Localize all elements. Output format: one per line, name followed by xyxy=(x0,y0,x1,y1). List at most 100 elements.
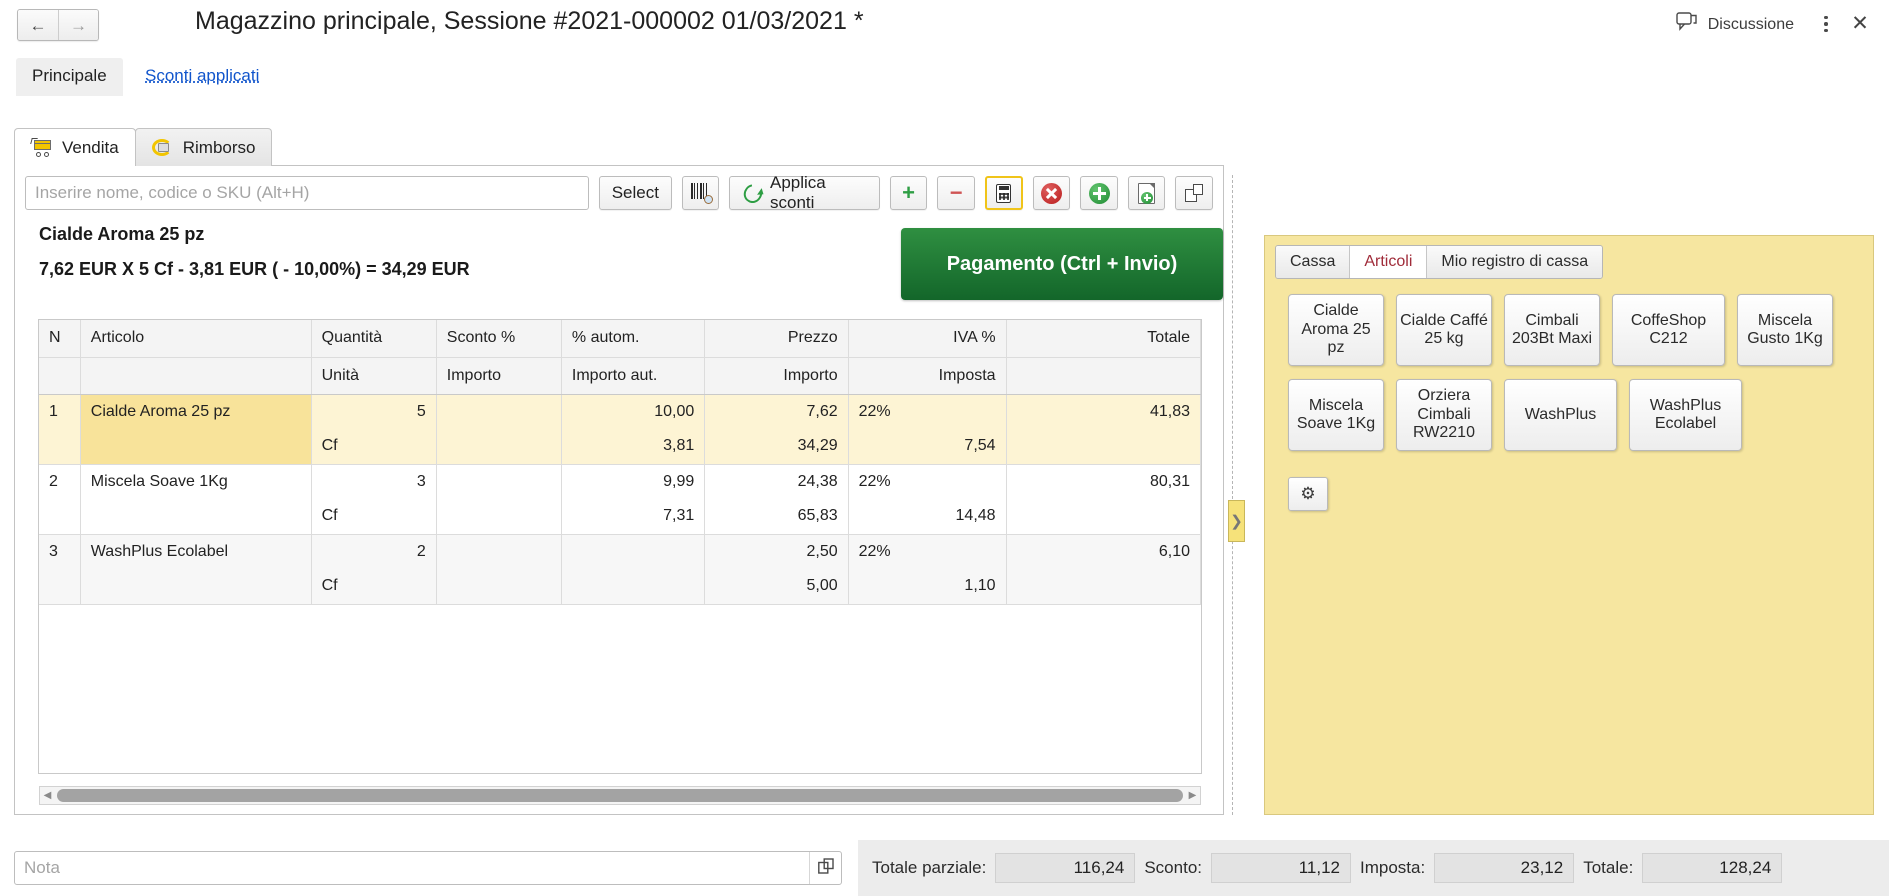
product-button[interactable]: Cialde Caffé 25 kg xyxy=(1396,294,1492,366)
col-totale: Totale xyxy=(1006,320,1201,358)
selected-product-info: Cialde Aroma 25 pz 7,62 EUR X 5 Cf - 3,8… xyxy=(39,224,470,280)
sub-tab-strip: Vendita Rimborso xyxy=(14,128,273,166)
tab-vendita[interactable]: Vendita xyxy=(14,128,136,166)
cell-auto-amount: 3,81 xyxy=(561,429,706,465)
col-articolo-sub xyxy=(80,357,312,395)
table-row-sub[interactable]: Cf 5,00 1,10 xyxy=(39,569,1201,605)
product-button[interactable]: Miscela Soave 1Kg xyxy=(1288,379,1384,451)
cell-discount-pct xyxy=(436,534,562,569)
add-row-button[interactable]: + xyxy=(889,176,928,210)
delete-button[interactable] xyxy=(1032,176,1071,210)
calculator-button[interactable] xyxy=(984,176,1023,210)
items-grid: N Articolo Quantità Sconto % % autom. Pr… xyxy=(38,319,1202,774)
product-button[interactable]: CoffeShop C212 xyxy=(1612,294,1725,366)
table-row[interactable]: 2 Miscela Soave 1Kg 3 9,99 24,38 22% 80,… xyxy=(39,464,1201,499)
scroll-left-arrow[interactable]: ◀ xyxy=(40,790,55,801)
cell-auto-pct: 10,00 xyxy=(561,394,706,429)
cell-vat: 22% xyxy=(848,464,1007,499)
table-row[interactable]: 3 WashPlus Ecolabel 2 2,50 22% 6,10 xyxy=(39,534,1201,569)
discussion-label: Discussione xyxy=(1707,15,1794,33)
apply-discounts-label: Applica sconti xyxy=(769,173,826,212)
panel-settings-button[interactable]: ⚙ xyxy=(1288,477,1328,511)
scroll-right-arrow[interactable]: ▶ xyxy=(1185,790,1200,801)
add-button[interactable] xyxy=(1080,176,1118,210)
product-button[interactable]: WashPlus xyxy=(1504,379,1617,451)
page-title: Magazzino principale, Sessione #2021-000… xyxy=(195,7,864,35)
cell-total-blank xyxy=(1006,499,1201,535)
cell-auto-pct xyxy=(561,534,706,569)
tab-rimborso-label: Rimborso xyxy=(182,137,256,157)
cell-total: 6,10 xyxy=(1006,534,1201,569)
cell-total: 41,83 xyxy=(1006,394,1201,429)
col-imposta: Imposta xyxy=(848,357,1007,395)
product-button[interactable]: Cimbali 203Bt Maxi xyxy=(1504,294,1600,366)
col-totale-sub xyxy=(1006,357,1201,395)
select-button[interactable]: Select xyxy=(598,176,672,210)
selected-product-name: Cialde Aroma 25 pz xyxy=(39,224,205,244)
cell-article: Cialde Aroma 25 pz xyxy=(80,394,312,429)
grid-header-row-1: N Articolo Quantità Sconto % % autom. Pr… xyxy=(39,320,1201,358)
kebab-menu-icon[interactable] xyxy=(1815,12,1837,36)
panel-splitter[interactable] xyxy=(1232,175,1235,815)
cell-amount: 34,29 xyxy=(704,429,849,465)
col-importo-aut: Importo aut. xyxy=(561,357,706,395)
cell-quantity: 5 xyxy=(311,394,437,429)
col-prezzo: Prezzo xyxy=(704,320,849,358)
selected-product-calculation: 7,62 EUR X 5 Cf - 3,81 EUR ( - 10,00%) =… xyxy=(39,259,470,279)
plus-icon: + xyxy=(902,180,915,205)
col-n-sub xyxy=(39,357,81,395)
table-row-sub[interactable]: Cf 7,31 65,83 14,48 xyxy=(39,499,1201,535)
new-document-button[interactable] xyxy=(1127,176,1166,210)
tab-articoli[interactable]: Articoli xyxy=(1349,246,1427,278)
duplicate-icon xyxy=(1185,184,1204,202)
cell-article: Miscela Soave 1Kg xyxy=(80,464,312,499)
splitter-expand-button[interactable]: ❯ xyxy=(1228,500,1245,542)
forward-button[interactable]: → xyxy=(58,10,98,40)
tab-mio-registro-di-cassa[interactable]: Mio registro di cassa xyxy=(1426,246,1603,278)
cell-unit: Cf xyxy=(311,569,437,605)
cell-total-blank xyxy=(1006,569,1201,605)
table-row-sub[interactable]: Cf 3,81 34,29 7,54 xyxy=(39,429,1201,465)
cell-amount: 5,00 xyxy=(704,569,849,605)
apply-discounts-button[interactable]: Applica sconti xyxy=(729,173,880,212)
product-button[interactable]: WashPlus Ecolabel xyxy=(1629,379,1742,451)
cell-n: 3 xyxy=(39,534,81,569)
product-button[interactable]: Miscela Gusto 1Kg xyxy=(1737,294,1833,366)
col-importo2: Importo xyxy=(704,357,849,395)
note-input[interactable] xyxy=(15,852,809,884)
product-button[interactable]: Cialde Aroma 25 pz xyxy=(1288,294,1384,366)
payment-button[interactable]: Pagamento (Ctrl + Invio) xyxy=(901,228,1223,300)
chat-bubble-icon xyxy=(1676,12,1698,37)
col-quantita: Quantità xyxy=(311,320,437,358)
cell-price: 24,38 xyxy=(704,464,849,499)
link-sconti-applicati[interactable]: Sconti applicati xyxy=(145,66,259,86)
articles-panel: Cassa Articoli Mio registro di cassa Cia… xyxy=(1264,235,1874,815)
duplicate-button[interactable] xyxy=(1175,176,1213,210)
col-sconto: Sconto % xyxy=(436,320,562,358)
scrollbar-thumb[interactable] xyxy=(57,789,1183,802)
cell-discount-pct xyxy=(436,394,562,429)
cell-price: 2,50 xyxy=(704,534,849,569)
table-row[interactable]: 1 Cialde Aroma 25 pz 5 10,00 7,62 22% 41… xyxy=(39,394,1201,429)
tab-rimborso[interactable]: Rimborso xyxy=(134,128,273,166)
totals-bar: Totale parziale: 116,24 Sconto: 11,12 Im… xyxy=(858,840,1889,896)
discussion-button[interactable]: Discussione xyxy=(1676,12,1794,37)
barcode-scan-button[interactable] xyxy=(681,176,720,210)
back-button[interactable]: ← xyxy=(18,10,58,40)
search-input[interactable] xyxy=(25,176,589,210)
value-sconto: 11,12 xyxy=(1211,853,1351,883)
cell-article-blank xyxy=(80,429,312,465)
product-button[interactable]: Orziera Cimbali RW2210 xyxy=(1396,379,1492,451)
grid-horizontal-scrollbar[interactable]: ◀ ▶ xyxy=(39,786,1201,805)
cell-n-blank xyxy=(39,569,81,605)
expand-icon xyxy=(817,857,834,879)
note-expand-button[interactable] xyxy=(809,852,841,884)
remove-row-button[interactable]: − xyxy=(937,176,975,210)
cell-unit: Cf xyxy=(311,429,437,465)
tab-cassa[interactable]: Cassa xyxy=(1276,246,1350,278)
gear-icon: ⚙ xyxy=(1300,484,1316,503)
tab-principale[interactable]: Principale xyxy=(16,58,123,96)
cell-unit: Cf xyxy=(311,499,437,535)
top-tab-strip: Principale Sconti applicati xyxy=(0,52,1889,104)
close-icon[interactable]: ✕ xyxy=(1847,10,1873,36)
